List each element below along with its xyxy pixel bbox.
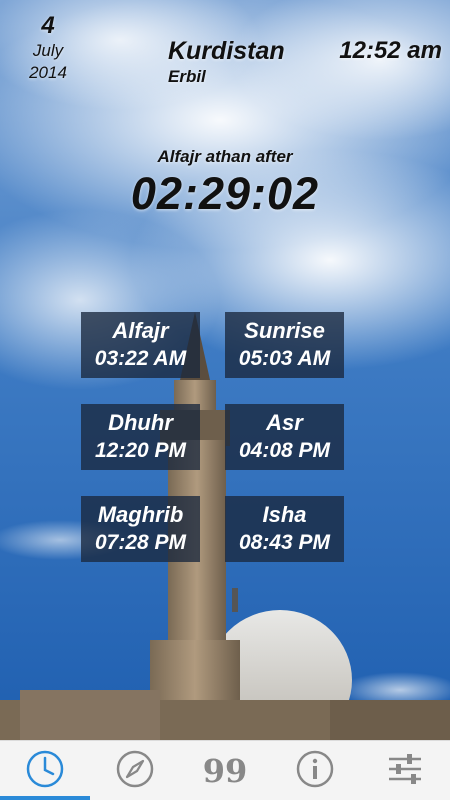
- location-region: Kurdistan: [168, 37, 285, 65]
- compass-icon: [115, 749, 155, 794]
- prayer-name: Isha: [262, 502, 307, 527]
- settings-sliders-icon: [385, 749, 425, 794]
- prayer-name: Asr: [266, 410, 303, 435]
- next-prayer-countdown: Alfajr athan after 02:29:02: [0, 146, 450, 220]
- prayer-name: Dhuhr: [108, 410, 173, 435]
- prayer-time: 12:20 PM: [94, 439, 187, 462]
- prayer-name: Sunrise: [244, 318, 325, 343]
- prayer-time: 05:03 AM: [238, 347, 331, 370]
- nav-tab-info[interactable]: [270, 741, 360, 800]
- location-display: Kurdistan Erbil: [168, 36, 285, 88]
- current-time: 12:52 am: [339, 37, 442, 64]
- prayer-card-sunrise[interactable]: Sunrise 05:03 AM: [225, 312, 344, 378]
- date-year: 2014: [29, 63, 67, 82]
- tasbih-99-icon: 99: [202, 752, 248, 790]
- prayer-name: Alfajr: [112, 318, 169, 343]
- nav-tab-tasbih[interactable]: 99: [180, 741, 270, 800]
- prayer-card-asr[interactable]: Asr 04:08 PM: [225, 404, 344, 470]
- nav-tab-prayer-times[interactable]: [0, 741, 90, 800]
- info-icon: [295, 749, 335, 794]
- prayer-card-alfajr[interactable]: Alfajr 03:22 AM: [81, 312, 200, 378]
- date-day: 4: [41, 12, 55, 39]
- prayer-time: 04:08 PM: [238, 439, 331, 462]
- countdown-value: 02:29:02: [130, 168, 320, 219]
- bottom-navigation: 99: [0, 740, 450, 800]
- prayer-card-maghrib[interactable]: Maghrib 07:28 PM: [81, 496, 200, 562]
- clock-icon: [25, 749, 65, 794]
- nav-tab-qibla[interactable]: [90, 741, 180, 800]
- date-month: July: [32, 41, 64, 60]
- prayer-name: Maghrib: [97, 502, 184, 527]
- prayer-time: 03:22 AM: [94, 347, 187, 370]
- prayer-time: 07:28 PM: [94, 531, 187, 554]
- location-city: Erbil: [168, 67, 206, 86]
- prayer-card-isha[interactable]: Isha 08:43 PM: [225, 496, 344, 562]
- nav-tab-settings[interactable]: [360, 741, 450, 800]
- prayer-card-dhuhr[interactable]: Dhuhr 12:20 PM: [81, 404, 200, 470]
- prayer-time: 08:43 PM: [238, 531, 331, 554]
- countdown-label: Alfajr athan after: [157, 147, 293, 166]
- date-display: 4 July 2014: [18, 12, 78, 84]
